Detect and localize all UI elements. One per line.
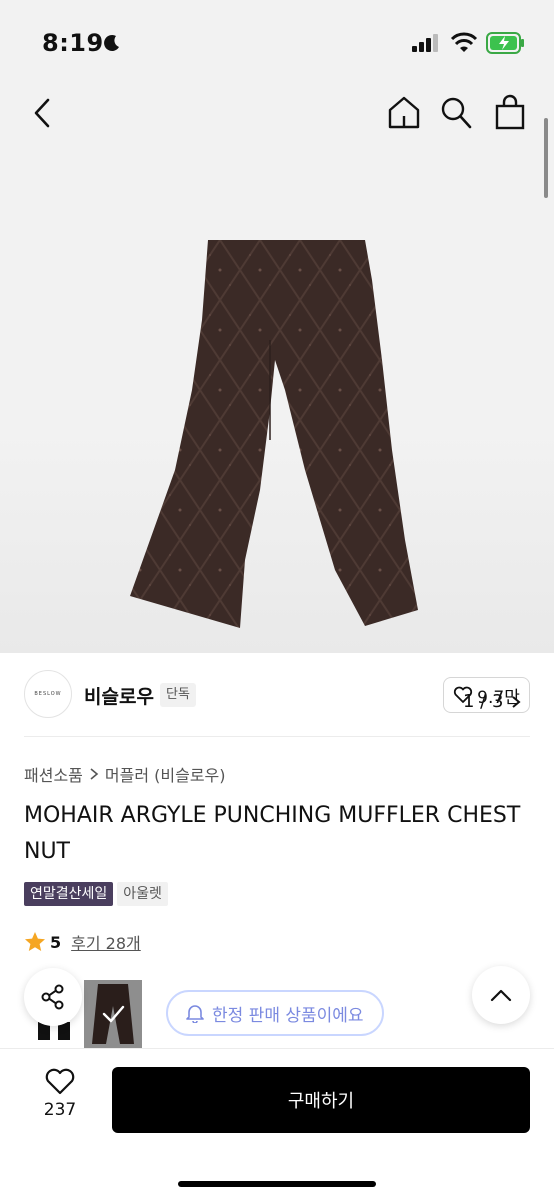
chevron-left-icon[interactable] (28, 96, 56, 130)
chevron-right-icon (90, 768, 99, 780)
star-icon (25, 932, 45, 951)
buy-button[interactable]: 구매하기 (112, 1067, 530, 1133)
search-icon[interactable] (440, 96, 472, 130)
scrollbar[interactable] (544, 118, 548, 198)
product-tags: 연말결산세일 아울렛 (24, 882, 168, 906)
shopping-bag-icon[interactable] (494, 94, 526, 130)
wishlist-count: 237 (43, 1100, 77, 1120)
selected-color-thumbnail[interactable] (84, 980, 142, 1048)
outlet-tag: 아울렛 (117, 882, 168, 906)
battery-icon (486, 32, 524, 54)
breadcrumb-category[interactable]: 패션소품 (24, 762, 83, 786)
brand-like-button[interactable]: 9.7만 (443, 677, 530, 713)
share-icon (41, 984, 64, 1010)
rating-score: 5 (50, 932, 62, 952)
review-count-link[interactable]: 후기 28개 (71, 930, 141, 954)
share-button[interactable] (24, 968, 82, 1026)
chevron-up-icon (490, 989, 512, 1002)
home-indicator[interactable] (178, 1181, 376, 1187)
product-title: MOHAIR ARGYLE PUNCHING MUFFLER CHESTNUT (24, 803, 521, 864)
rating-row: 5 후기 28개 (24, 930, 141, 954)
wishlist-button[interactable]: 237 (30, 1068, 90, 1128)
moon-icon (104, 34, 119, 51)
breadcrumb: 패션소품 머플러 (비슬로우) (24, 762, 226, 786)
wifi-icon (450, 32, 478, 52)
status-time: 8:19 (42, 29, 104, 57)
sale-tag: 연말결산세일 (24, 882, 114, 906)
heart-icon (45, 1068, 75, 1095)
limited-sale-text: 한정 판매 상품이에요 (212, 1005, 364, 1026)
brand-like-count: 9.7만 (477, 687, 520, 708)
brand-logo[interactable]: BESLOW (24, 670, 72, 718)
heart-icon (454, 686, 473, 703)
brand-logo-text: BESLOW (34, 691, 62, 697)
breadcrumb-subcategory[interactable]: 머플러 (비슬로우) (105, 762, 226, 786)
scroll-to-top-button[interactable] (472, 966, 530, 1024)
brand-row[interactable]: BESLOW 비슬로우 단독 9.7만 (0, 660, 554, 730)
limited-sale-notice: 한정 판매 상품이에요 (166, 990, 384, 1036)
product-image (130, 240, 418, 628)
divider (24, 736, 530, 737)
product-image-gallery[interactable]: 1 / 3 (0, 90, 554, 721)
product-thumbnail-image (92, 984, 134, 1044)
status-bar: 8:19 (0, 0, 554, 90)
exclusive-badge: 단독 (160, 683, 196, 707)
brand-name[interactable]: 비슬로우 (84, 682, 154, 709)
signal-icon (412, 34, 438, 52)
home-icon[interactable] (386, 94, 422, 130)
bell-icon (186, 1005, 204, 1023)
